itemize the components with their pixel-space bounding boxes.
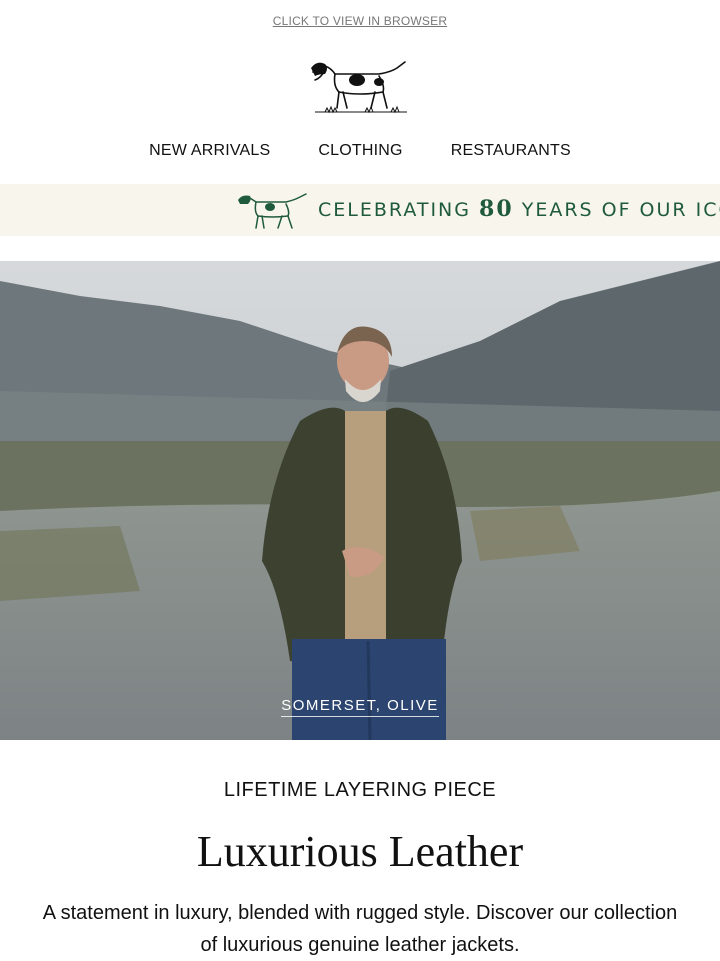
nav-restaurants[interactable]: RESTAURANTS [451, 142, 571, 160]
main-nav: NEW ARRIVALS CLOTHING RESTAURANTS [0, 142, 720, 160]
banner-number: 80 [479, 196, 514, 222]
anniversary-banner[interactable]: CELEBRATING 80 YEARS OF OUR ICONIC [0, 184, 720, 236]
nav-new-arrivals[interactable]: NEW ARRIVALS [149, 142, 270, 160]
nav-clothing[interactable]: CLOTHING [318, 142, 402, 160]
banner-text: CELEBRATING 80 YEARS OF OUR ICONIC [318, 196, 720, 222]
section-headline: Luxurious Leather [196, 827, 524, 876]
hero-image[interactable]: SOMERSET, OLIVE [0, 261, 720, 740]
view-in-browser-link[interactable]: CLICK TO VIEW IN BROWSER [0, 14, 720, 28]
hero-photo [0, 261, 720, 740]
pointer-dog-icon [238, 193, 307, 229]
section-eyebrow: LIFETIME LAYERING PIECE [223, 779, 497, 801]
pointer-dog-icon[interactable] [295, 52, 425, 122]
section-body: A statement in luxury, blended with rugg… [42, 902, 678, 956]
hero-caption[interactable]: SOMERSET, OLIVE [0, 697, 720, 717]
